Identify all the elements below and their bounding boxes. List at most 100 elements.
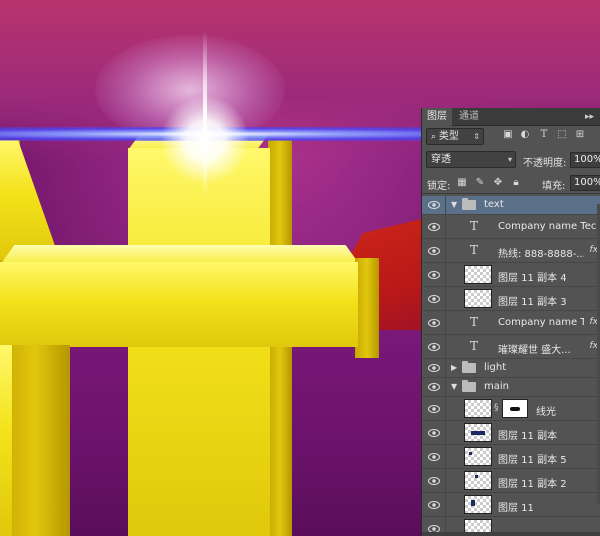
filter-kind-label: 类型 (438, 131, 459, 142)
eye-icon[interactable] (422, 517, 446, 532)
eye-icon[interactable] (422, 215, 446, 238)
thumbnail-mark (471, 431, 485, 435)
layer-mask-thumbnail[interactable] (502, 399, 528, 418)
blend-mode-value: 穿透 (431, 154, 451, 165)
layer-thumbnail (464, 289, 492, 308)
mask-shape (510, 407, 520, 411)
layer-row[interactable]: 图层 11 副本 (422, 421, 600, 445)
folder-icon (462, 380, 476, 392)
lower-left-post-face (0, 345, 12, 536)
layer-row[interactable]: 图层 11 (422, 493, 600, 517)
dropdown-arrows-icon: ⇕ (473, 132, 480, 141)
eye-icon[interactable] (422, 335, 446, 358)
layer-row-partial[interactable] (422, 517, 600, 532)
filter-kind-dropdown[interactable]: ⌕ 类型 ⇕ (426, 128, 484, 145)
lock-position-icon[interactable]: ✥ (492, 177, 504, 188)
opacity-input[interactable]: 100% (570, 152, 600, 168)
layer-thumbnail (464, 399, 492, 418)
fill-input[interactable]: 100% (570, 175, 600, 191)
thumbnail-mark (469, 452, 472, 455)
layer-thumbnail (464, 519, 492, 532)
text-layer-icon: T (470, 219, 479, 233)
smart-object-filter-icon[interactable]: ⊞ (574, 129, 586, 140)
layer-row[interactable]: T 热线: 888-8888-... fx (422, 239, 600, 263)
opacity-label: 不透明度: (523, 158, 567, 169)
layer-row[interactable]: T Company name T... fx (422, 311, 600, 335)
eye-icon[interactable] (422, 263, 446, 286)
expanded-triangle-icon[interactable]: ▼ (451, 382, 457, 391)
layers-panel: 图层 通道 ▸▸ ⌕ 类型 ⇕ ▣ ◐ T ⬚ ⊞ 穿透 ▾ 不透明度: 100… (421, 108, 600, 536)
eye-icon[interactable] (422, 493, 446, 516)
layer-group-light[interactable]: ▶ light (422, 359, 600, 378)
search-icon: ⌕ (431, 132, 439, 142)
image-filter-icon[interactable]: ▣ (502, 129, 514, 140)
chevron-down-icon: ▾ (507, 155, 512, 164)
layer-group-text[interactable]: ▼ text (422, 196, 600, 215)
layer-thumbnail (464, 423, 492, 442)
layer-row[interactable]: 图层 11 副本 4 (422, 263, 600, 287)
layer-name: 图层 11 副本 3 (498, 297, 567, 308)
lock-all-icon[interactable]: 🔒︎ (510, 177, 522, 188)
eye-icon[interactable] (422, 311, 446, 334)
layer-row[interactable]: 图层 11 副本 2 (422, 469, 600, 493)
text-layer-icon: T (470, 315, 479, 329)
eye-icon[interactable] (422, 359, 446, 377)
eye-icon[interactable] (422, 239, 446, 262)
folder-icon (462, 361, 476, 373)
layer-row[interactable]: 图层 11 副本 5 (422, 445, 600, 469)
lock-paint-icon[interactable]: ✎ (474, 177, 486, 188)
layer-group-main[interactable]: ▼ main (422, 378, 600, 397)
layer-thumbnail (464, 447, 492, 466)
layer-name: Company name Tech... (498, 221, 598, 232)
lock-row: 锁定: ▦ ✎ ✥ 🔒︎ 填充: 100% (422, 172, 600, 194)
adjustment-filter-icon[interactable]: ◐ (519, 129, 531, 140)
link-icon[interactable]: § (494, 403, 499, 413)
blend-row: 穿透 ▾ 不透明度: 100% (422, 149, 600, 171)
layer-name: 线光 (536, 407, 556, 418)
layer-name: light (484, 362, 507, 373)
layer-row[interactable]: T 璀璨耀世 盛大... fx (422, 335, 600, 359)
text-layer-icon: T (470, 243, 479, 257)
collapsed-triangle-icon[interactable]: ▶ (451, 363, 457, 372)
eye-icon[interactable] (422, 196, 446, 214)
layer-list: ▼ text T Company name Tech... T 热线: 888-… (422, 196, 600, 532)
layer-name: text (484, 199, 504, 210)
layer-row[interactable]: T Company name Tech... (422, 215, 600, 239)
layer-name: 图层 11 副本 2 (498, 479, 567, 490)
layer-thumbnail (464, 265, 492, 284)
layer-name: 图层 11 副本 4 (498, 273, 567, 284)
fill-label: 填充: (542, 181, 566, 192)
eye-icon[interactable] (422, 445, 446, 468)
layer-name: main (484, 381, 509, 392)
eye-icon[interactable] (422, 421, 446, 444)
thumbnail-mark (471, 500, 475, 506)
eye-icon[interactable] (422, 378, 446, 396)
tab-channels[interactable]: 通道 (454, 108, 484, 126)
layer-row[interactable]: § 线光 (422, 397, 600, 421)
layer-name: 璀璨耀世 盛大... (498, 345, 571, 356)
eye-icon[interactable] (422, 287, 446, 310)
layer-name: 图层 11 副本 (498, 431, 558, 442)
expanded-triangle-icon[interactable]: ▼ (451, 200, 457, 209)
layer-name: Company name T... (498, 317, 584, 328)
lock-transparent-icon[interactable]: ▦ (456, 177, 468, 188)
layer-thumbnail (464, 471, 492, 490)
layer-name: 图层 11 副本 5 (498, 455, 567, 466)
text-layer-icon: T (470, 339, 479, 353)
type-filter-icon[interactable]: T (538, 129, 550, 140)
blend-mode-dropdown[interactable]: 穿透 ▾ (426, 151, 516, 168)
eye-icon[interactable] (422, 469, 446, 492)
thumbnail-mark (475, 475, 478, 478)
shape-filter-icon[interactable]: ⬚ (556, 129, 568, 140)
horizontal-bar-face (0, 262, 358, 347)
panel-menu-icon[interactable]: ▸▸ (585, 108, 594, 126)
tab-layers[interactable]: 图层 (422, 108, 452, 126)
layer-name: 图层 11 (498, 503, 534, 514)
panel-bottom-toolbar (422, 532, 600, 536)
layer-thumbnail (464, 495, 492, 514)
layer-name: 热线: 888-8888-... (498, 249, 584, 260)
lens-flare-ray (203, 30, 207, 200)
eye-icon[interactable] (422, 397, 446, 420)
layer-row[interactable]: 图层 11 副本 3 (422, 287, 600, 311)
filter-row: ⌕ 类型 ⇕ ▣ ◐ T ⬚ ⊞ (422, 126, 600, 148)
